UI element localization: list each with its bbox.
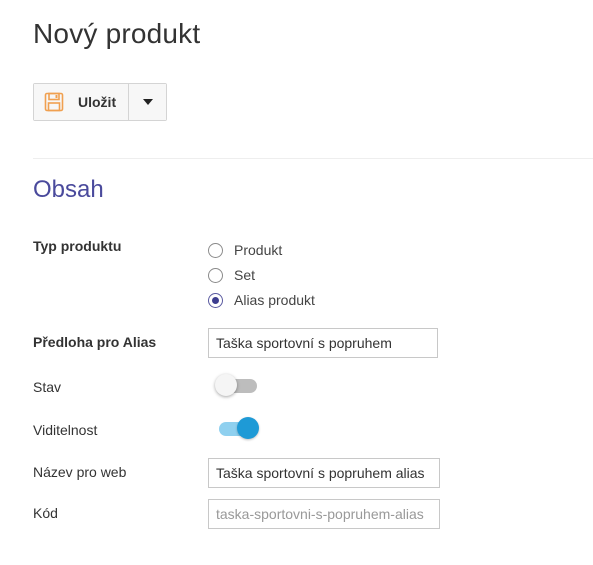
visibility-label: Viditelnost [33,422,98,438]
floppy-disk-icon [44,92,64,112]
page-title: Nový produkt [33,18,201,49]
radio-produkt-circle[interactable] [208,242,223,258]
alias-template-input[interactable] [208,328,438,358]
radio-alias-produkt[interactable]: Alias produkt [208,290,315,310]
save-options-dropdown-button[interactable] [129,84,167,120]
web-name-input[interactable] [208,458,440,488]
caret-down-icon [142,99,153,105]
code-input[interactable] [208,499,440,529]
radio-set-circle[interactable] [208,267,223,283]
code-label: Kód [33,505,58,521]
status-toggle-knob [215,374,237,396]
product-type-label: Typ produktu [33,238,122,254]
radio-alias-produkt-circle[interactable] [208,292,223,308]
section-title: Obsah [33,176,104,203]
radio-set-label: Set [234,267,256,283]
visibility-toggle[interactable] [215,416,261,440]
radio-set[interactable]: Set [208,265,255,285]
web-name-label: Název pro web [33,464,127,480]
status-label: Stav [33,379,62,395]
save-button-group: Uložit [33,83,168,121]
radio-produkt-label: Produkt [234,242,283,258]
page: Nový produkt Uložit Obsah Typ produktu P… [0,0,593,565]
visibility-toggle-knob [237,417,259,439]
divider [33,158,593,159]
save-button-label: Uložit [78,94,117,110]
alias-template-label: Předloha pro Alias [33,334,157,350]
status-toggle[interactable] [215,373,261,397]
save-button[interactable]: Uložit [34,84,130,120]
radio-alias-produkt-label: Alias produkt [234,292,315,308]
radio-produkt[interactable]: Produkt [208,240,282,260]
